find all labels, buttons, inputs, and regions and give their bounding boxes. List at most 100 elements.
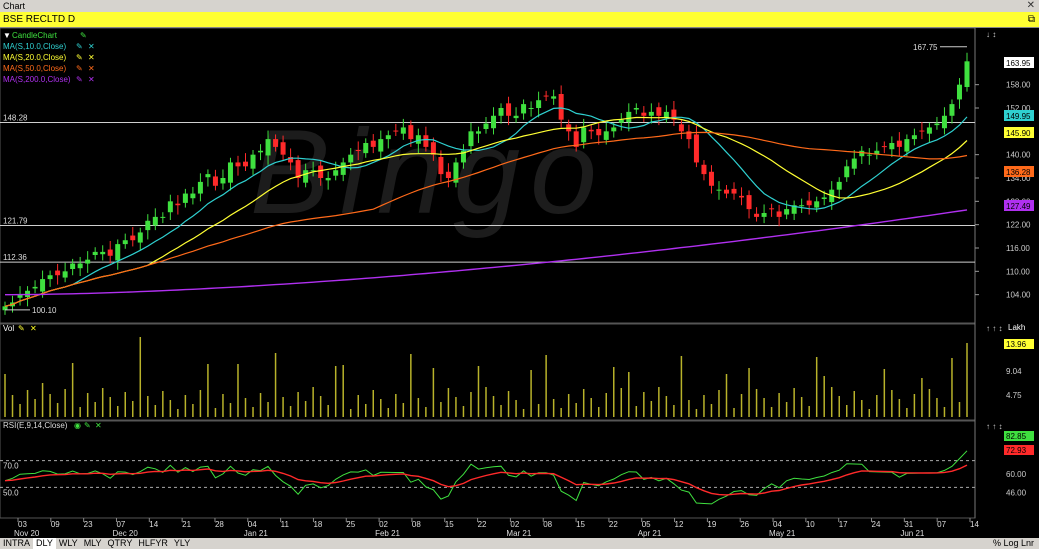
candle-body: [911, 135, 917, 140]
close-icon[interactable]: ✕: [1027, 0, 1035, 12]
volume-unit: Lakh: [1008, 323, 1025, 332]
remove-icon: ✕: [88, 42, 95, 51]
candle-body: [543, 95, 549, 97]
candle-body: [273, 139, 279, 147]
candle-body: [408, 125, 414, 140]
x-day-label: 12: [675, 520, 684, 529]
x-day-label: 05: [642, 520, 651, 529]
candle-body: [355, 150, 361, 151]
tab-qtry[interactable]: QTRY: [105, 538, 136, 549]
edit-icon: ✎: [76, 53, 83, 62]
x-day-label: 07: [116, 520, 125, 529]
window-title: Chart: [3, 1, 26, 11]
candle-body: [77, 263, 83, 269]
edit-icon: ✎: [76, 64, 83, 73]
edit-icon: ✎: [18, 324, 25, 333]
x-day-label: 03: [18, 520, 27, 529]
candle-body: [491, 115, 497, 129]
candle-body: [468, 131, 474, 147]
candle-body: [85, 259, 91, 264]
x-day-label: 19: [707, 520, 716, 529]
legend-label: MA(S,50.0,Close): [3, 64, 66, 73]
candle-body: [145, 220, 151, 231]
candle-body: [926, 127, 932, 134]
price-scale-label: 140.00: [1006, 151, 1031, 160]
candle-body: [814, 201, 820, 208]
candle-body: [393, 130, 399, 132]
volume-legend: Vol: [3, 324, 14, 333]
x-day-label: 18: [313, 520, 322, 529]
candle-body: [235, 162, 241, 167]
candle-body: [784, 209, 790, 215]
rsi-signal-line: [4, 464, 968, 496]
candle-body: [205, 174, 211, 178]
x-day-label: 08: [543, 520, 552, 529]
x-month-label: Nov 20: [14, 529, 40, 538]
legend-label: MA(S,200.0,Close): [3, 75, 71, 84]
candle-body: [964, 61, 970, 87]
candle-body: [859, 150, 865, 157]
tab-wly[interactable]: WLY: [56, 538, 81, 549]
candle-body: [385, 135, 391, 140]
price-tag-text: 163.95: [1006, 59, 1031, 68]
edit-icon: ✎: [76, 42, 83, 51]
candle-body: [731, 188, 737, 194]
x-day-label: 15: [445, 520, 454, 529]
x-day-label: 10: [806, 520, 815, 529]
panel-arrows-icon: ↑ ↑ ↕: [986, 422, 1002, 431]
remove-icon: ✕: [95, 421, 102, 430]
tab-hlfyr[interactable]: HLFYR: [135, 538, 171, 549]
candle-body: [115, 244, 121, 261]
candle-body: [475, 131, 481, 134]
candle-body: [633, 108, 639, 110]
restore-icon[interactable]: ⧉: [1028, 12, 1035, 28]
x-month-label: Apr 21: [638, 529, 662, 538]
candle-body: [303, 170, 309, 183]
price-tag-text: 136.28: [1006, 168, 1031, 177]
price-scale-label: 110.00: [1006, 267, 1030, 276]
candle-body: [400, 127, 406, 134]
candle-body: [137, 232, 143, 243]
candle-body: [445, 171, 451, 178]
remove-icon: ✕: [88, 53, 95, 62]
x-day-label: 26: [740, 520, 749, 529]
candle-body: [889, 143, 895, 150]
x-day-label: 02: [379, 520, 388, 529]
candle-body: [919, 130, 925, 132]
x-day-label: 04: [248, 520, 257, 529]
candle-body: [32, 286, 38, 289]
candle-body: [333, 170, 339, 176]
x-month-label: May 21: [769, 529, 796, 538]
candle-body: [881, 146, 887, 148]
x-day-label: 14: [970, 520, 979, 529]
candle-body: [423, 135, 429, 147]
candle-body: [55, 270, 61, 276]
volume-tag-text: 13.96: [1006, 340, 1027, 349]
tab-intra[interactable]: INTRA: [0, 538, 33, 549]
candle-body: [62, 271, 68, 278]
chart-area[interactable]: Bingo158.00152.00140.00134.00128.00122.0…: [0, 28, 1039, 538]
x-day-label: 22: [478, 520, 487, 529]
edit-icon: ✎: [84, 421, 91, 430]
candle-body: [596, 129, 602, 136]
candle-body: [197, 181, 203, 194]
x-day-label: 07: [937, 520, 946, 529]
candle-body: [325, 178, 331, 181]
candle-body: [769, 208, 775, 210]
candle-body: [340, 162, 346, 175]
tab-mly[interactable]: MLY: [81, 538, 105, 549]
rsi-level-label: 50.0: [3, 488, 19, 497]
tab-yly[interactable]: YLY: [171, 538, 193, 549]
tab-dly[interactable]: DLY: [33, 538, 56, 549]
candle-body: [122, 240, 128, 245]
candle-body: [836, 181, 842, 190]
rsi-signal-tag-text: 72.93: [1006, 446, 1027, 455]
x-month-label: Jun 21: [900, 529, 925, 538]
candle-body: [265, 139, 271, 156]
candle-body: [318, 165, 324, 178]
candle-body: [370, 140, 376, 147]
legend-label: MA(S,10.0,Close): [3, 42, 66, 51]
scale-mode-options[interactable]: % Log Lnr: [990, 538, 1037, 549]
edit-icon: ✎: [80, 31, 87, 40]
candle-body: [693, 134, 699, 163]
